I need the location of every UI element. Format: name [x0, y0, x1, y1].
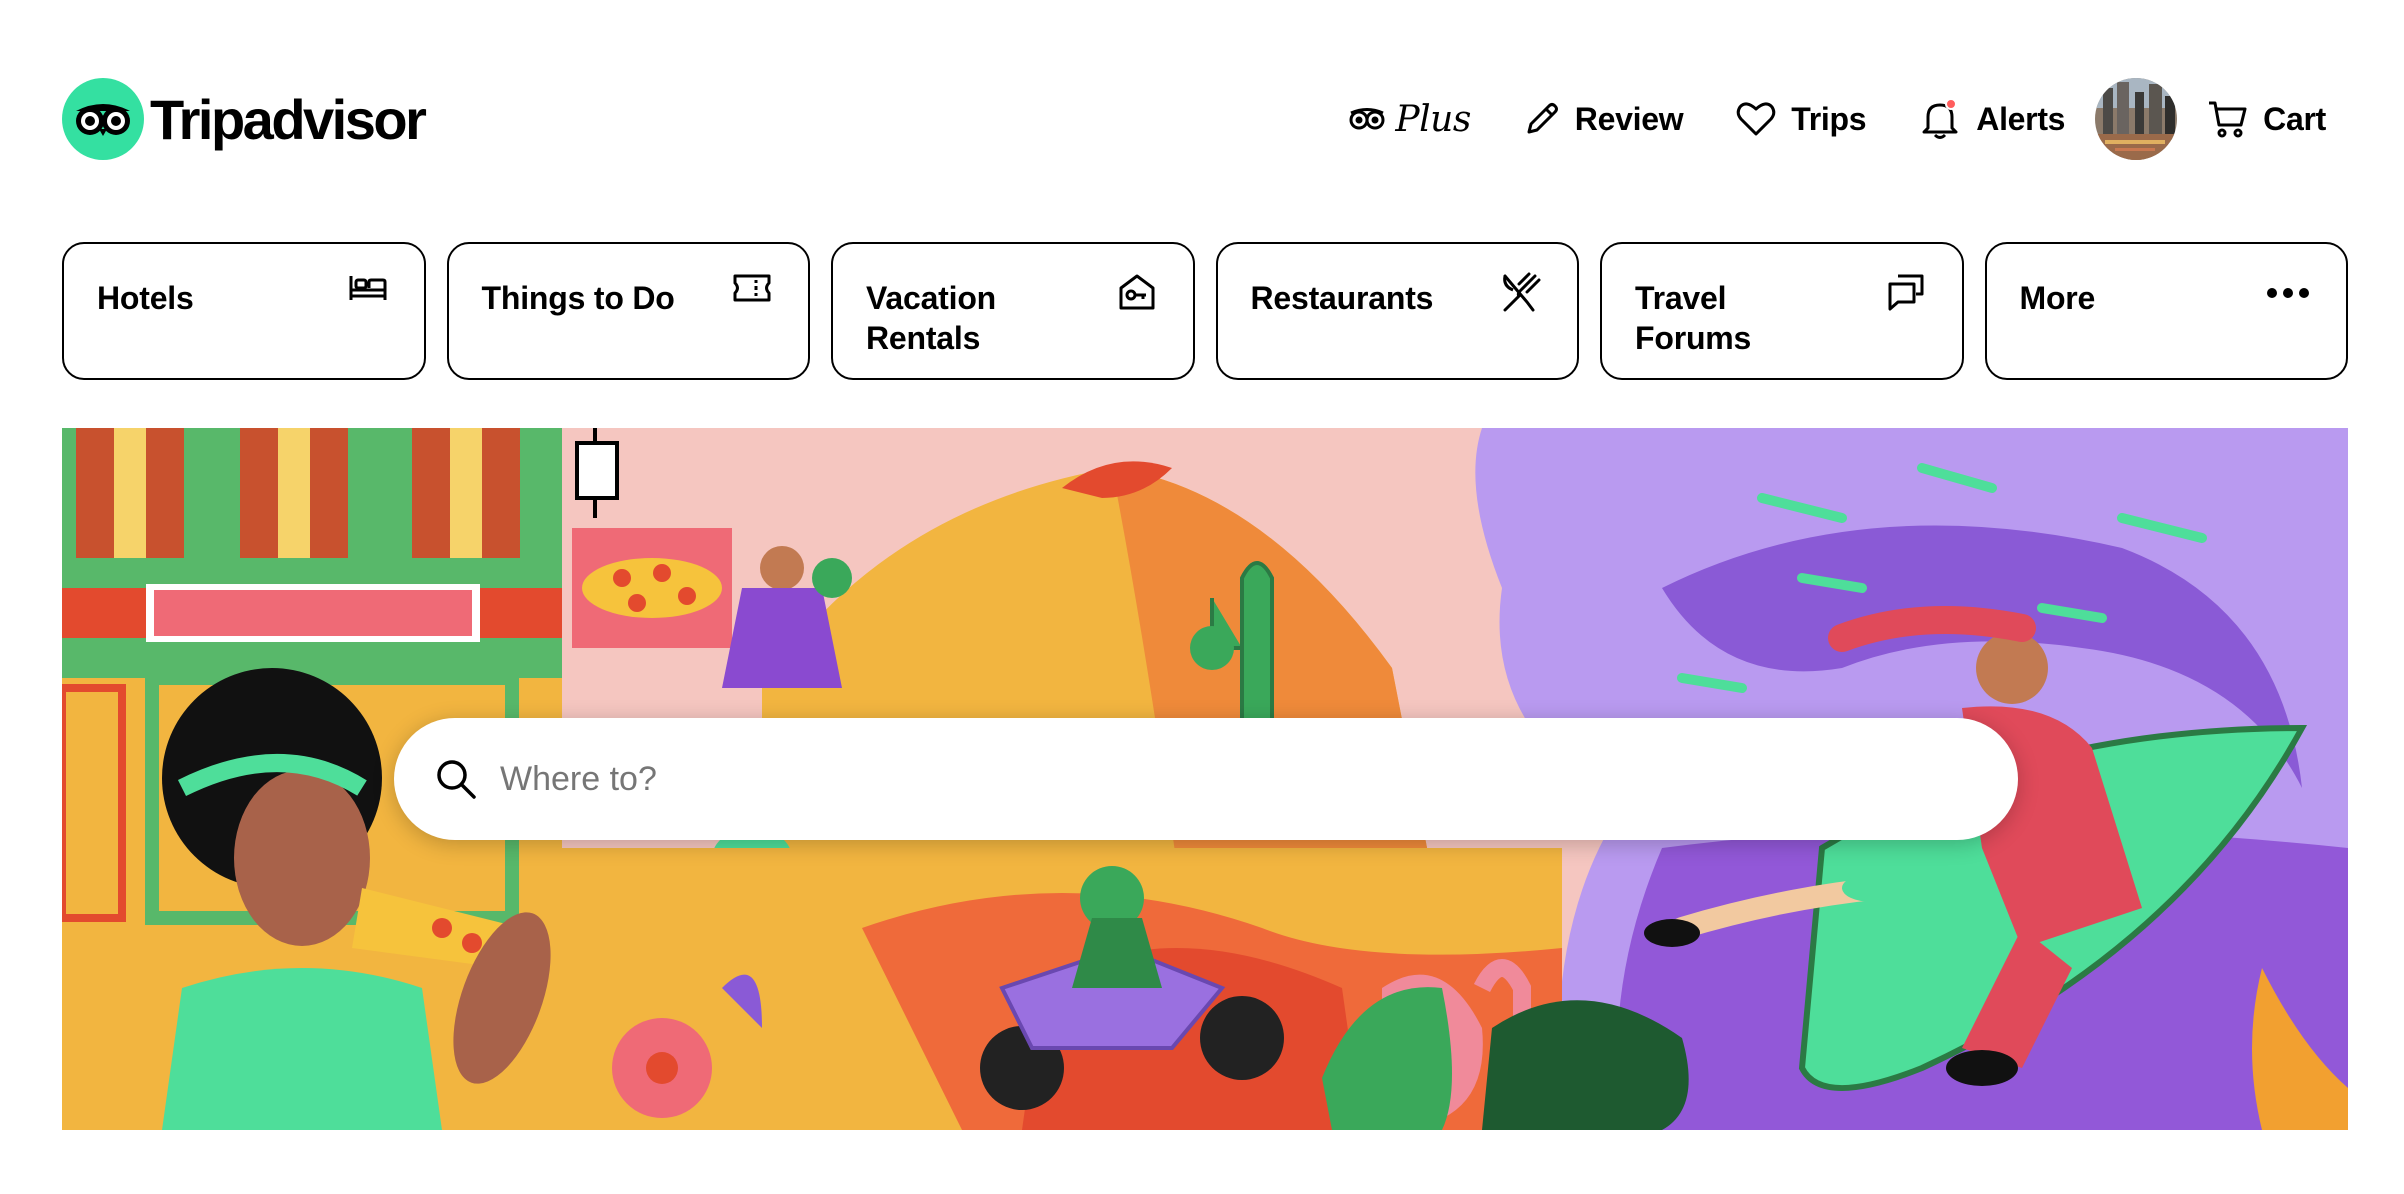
tab-restaurants[interactable]: Restaurants — [1215, 242, 1579, 380]
tab-travel-forums[interactable]: Travel Forums — [1600, 242, 1964, 380]
bed-icon — [349, 276, 386, 300]
top-header: Tripadvisor Plus Review Trips Alerts Car… — [0, 0, 2404, 230]
shopping-cart-icon — [2209, 101, 2247, 138]
tab-label: Things to Do — [481, 280, 675, 316]
alerts-link[interactable]: Alerts — [1918, 97, 2065, 141]
review-link[interactable]: Review — [1523, 100, 1684, 138]
review-label: Review — [1574, 100, 1684, 137]
alerts-label: Alerts — [1976, 100, 2066, 137]
cart-link[interactable]: Cart — [2207, 99, 2326, 139]
more-dots-icon — [2267, 288, 2309, 298]
tripadvisor-logo[interactable]: Tripadvisor — [62, 78, 427, 160]
category-tabs: Hotels Things to Do Vacation Rentals Res… — [62, 242, 2348, 380]
header-nav: Plus Review Trips Alerts Cart — [1349, 74, 2326, 164]
trips-label: Trips — [1791, 100, 1867, 137]
tab-label: Travel Forums — [1635, 280, 1752, 356]
plus-label: Plus — [1395, 98, 1471, 140]
plus-link[interactable]: Plus — [1349, 98, 1471, 140]
owl-eyes-icon — [1349, 108, 1385, 130]
tab-things-to-do[interactable]: Things to Do — [446, 242, 810, 380]
bell-icon — [1918, 97, 1962, 141]
tab-more[interactable]: More — [1984, 242, 2348, 380]
heart-icon — [1737, 102, 1776, 136]
tab-vacation-rentals[interactable]: Vacation Rentals — [831, 242, 1195, 380]
search-icon — [437, 760, 476, 799]
tab-label: Hotels — [97, 280, 194, 316]
house-key-icon — [1119, 274, 1154, 310]
tab-label: Restaurants — [1250, 280, 1434, 316]
owl-logo-icon — [62, 78, 144, 160]
fork-knife-icon — [1503, 272, 1541, 312]
chat-bubbles-icon — [1888, 274, 1923, 311]
cart-label: Cart — [2263, 100, 2326, 137]
ticket-icon — [733, 274, 771, 302]
tab-label: Vacation Rentals — [866, 280, 997, 356]
trips-link[interactable]: Trips — [1735, 100, 1867, 138]
user-avatar[interactable] — [2095, 78, 2178, 160]
search-input[interactable] — [500, 759, 1900, 799]
tab-hotels[interactable]: Hotels — [62, 242, 426, 380]
logo-wordmark: Tripadvisor — [150, 87, 427, 151]
search-bar[interactable] — [394, 718, 2018, 840]
pencil-icon — [1527, 103, 1558, 134]
tab-label: More — [2019, 280, 2096, 316]
